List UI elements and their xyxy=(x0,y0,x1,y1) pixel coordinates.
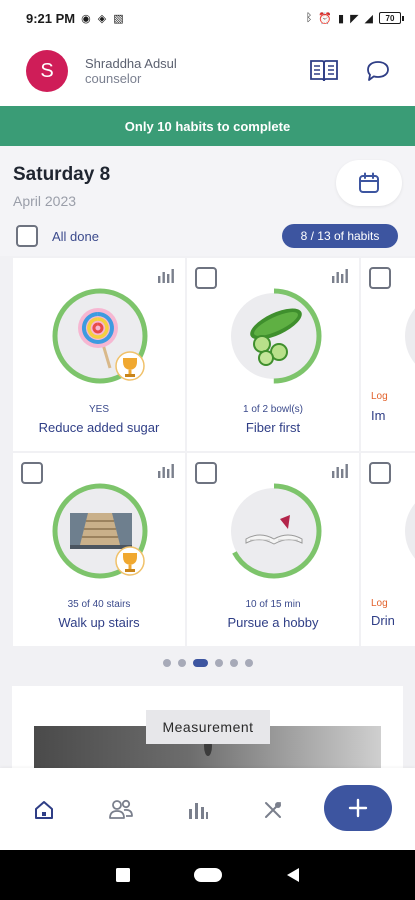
alarm-icon: ⏰ xyxy=(318,12,332,25)
page-dot[interactable] xyxy=(177,659,186,667)
habit-count-badge: 8 / 13 of habits xyxy=(282,224,398,248)
battery-icon: 70 xyxy=(379,12,404,24)
header-actions xyxy=(307,54,395,88)
habit-checkbox[interactable] xyxy=(195,267,217,289)
book-button[interactable] xyxy=(307,54,341,88)
habit-checkbox[interactable] xyxy=(21,462,43,484)
home-icon xyxy=(35,801,53,819)
page-dot[interactable] xyxy=(162,659,171,667)
habit-status: Log xyxy=(371,391,388,402)
stats-button[interactable] xyxy=(157,269,175,288)
book-icon xyxy=(310,60,338,82)
date-subtitle: April 2023 xyxy=(13,193,77,209)
home-button[interactable] xyxy=(193,867,223,883)
habit-name: Pursue a hobby xyxy=(227,615,319,630)
progress-ring xyxy=(405,503,415,559)
habit-card-pursue-a-hobby[interactable]: 10 of 15 min Pursue a hobby xyxy=(187,453,359,646)
wifi-icon: ◤ xyxy=(350,12,359,25)
plus-icon xyxy=(348,798,368,818)
fork-knife-icon xyxy=(265,802,281,818)
habit-progress: 10 of 15 min xyxy=(245,599,301,610)
cell-signal-icon: ◢ xyxy=(364,12,373,25)
system-navigation-bar xyxy=(0,850,415,900)
bar-chart-icon xyxy=(332,269,348,283)
status-time: 9:21 PM xyxy=(26,10,76,26)
user-info: Shraddha Adsul counselor xyxy=(85,56,177,86)
habit-card-reduce-added-sugar[interactable]: YES Reduce added sugar xyxy=(13,258,185,451)
page-dot[interactable] xyxy=(229,659,238,667)
habits-remaining-banner: Only 10 habits to complete xyxy=(0,106,415,146)
habit-card-partial[interactable]: Log Im xyxy=(361,258,415,451)
battery-level: 70 xyxy=(385,13,395,23)
habit-name: Reduce added sugar xyxy=(38,420,160,435)
page-dot[interactable] xyxy=(244,659,253,667)
habit-progress: 35 of 40 stairs xyxy=(67,599,131,610)
nav-home[interactable] xyxy=(24,790,64,830)
stairs-icon xyxy=(70,513,132,549)
calendar-button[interactable] xyxy=(336,160,402,206)
bar-chart-icon xyxy=(158,269,174,283)
habit-count-text: 8 / 13 of habits xyxy=(300,229,380,243)
nav-progress[interactable] xyxy=(178,790,218,830)
progress-ring xyxy=(226,288,322,384)
progress-ring xyxy=(52,483,148,579)
bar-chart-icon xyxy=(332,464,348,478)
page-indicator xyxy=(0,646,415,680)
habit-name: Drin xyxy=(371,613,395,628)
avatar-letter: S xyxy=(40,59,54,82)
page-dot[interactable] xyxy=(214,659,223,667)
back-button[interactable] xyxy=(286,867,300,883)
habit-checkbox[interactable] xyxy=(369,462,391,484)
habit-progress: 1 of 2 bowl(s) xyxy=(242,404,304,415)
all-done-toggle[interactable]: All done xyxy=(16,225,99,247)
habit-card-walk-up-stairs[interactable]: 35 of 40 stairs Walk up stairs xyxy=(13,453,185,646)
habit-card-partial[interactable]: Log Drin xyxy=(361,453,415,646)
people-icon xyxy=(109,799,133,819)
recents-button[interactable] xyxy=(115,867,131,883)
avatar[interactable]: S xyxy=(26,50,68,92)
user-role: counselor xyxy=(85,71,142,86)
date-title: Saturday 8 xyxy=(13,164,111,185)
progress-ring xyxy=(52,288,148,384)
habit-checkbox[interactable] xyxy=(369,267,391,289)
bar-chart-icon xyxy=(158,464,174,478)
date-section: Saturday 8 April 2023 All done 8 / 13 of… xyxy=(0,146,415,256)
habit-card-fiber-first[interactable]: 1 of 2 bowl(s) Fiber first xyxy=(187,258,359,451)
stats-button[interactable] xyxy=(331,269,349,288)
signal-icon: ▮ xyxy=(338,12,345,25)
habit-name: Walk up stairs xyxy=(58,615,140,630)
habits-grid: YES Reduce added sugar 1 of 2 bowl(s) Fi… xyxy=(0,256,415,646)
add-button[interactable] xyxy=(324,785,392,831)
all-done-label: All done xyxy=(52,228,99,244)
user-name: Shraddha Adsul xyxy=(85,56,177,71)
page-dot-active[interactable] xyxy=(192,659,208,667)
habit-status: Log xyxy=(371,598,388,609)
bluetooth-icon: ᛒ xyxy=(305,12,313,24)
calendar-icon xyxy=(359,172,379,193)
trophy-icon xyxy=(115,546,145,576)
progress-ring xyxy=(226,483,322,579)
stats-button[interactable] xyxy=(331,464,349,483)
nav-meals[interactable] xyxy=(253,790,293,830)
progress-ring xyxy=(405,308,415,364)
status-bar: 9:21 PM ◉ ◈ ▧ ᛒ ⏰ ▮ ◤ ◢ 70 xyxy=(0,0,415,36)
measurement-label: Measurement xyxy=(146,710,270,744)
habit-name: Fiber first xyxy=(245,420,301,435)
measurement-card[interactable]: Measurement xyxy=(12,686,403,768)
trophy-icon xyxy=(115,351,145,381)
notification-icons: ◉ ◈ ▧ xyxy=(81,12,126,25)
all-done-checkbox[interactable] xyxy=(16,225,38,247)
nav-community[interactable] xyxy=(101,790,141,830)
stats-button[interactable] xyxy=(157,464,175,483)
bottom-navigation xyxy=(0,768,415,850)
app-header: S Shraddha Adsul counselor xyxy=(0,36,415,106)
habit-progress: YES xyxy=(88,404,109,415)
chat-bubble-icon xyxy=(367,61,389,81)
banner-text: Only 10 habits to complete xyxy=(124,118,291,134)
habit-name: Im xyxy=(371,408,386,423)
bar-chart-icon xyxy=(189,803,208,819)
chat-button[interactable] xyxy=(361,54,395,88)
status-right: ᛒ ⏰ ▮ ◤ ◢ 70 xyxy=(305,12,404,25)
habit-checkbox[interactable] xyxy=(195,462,217,484)
